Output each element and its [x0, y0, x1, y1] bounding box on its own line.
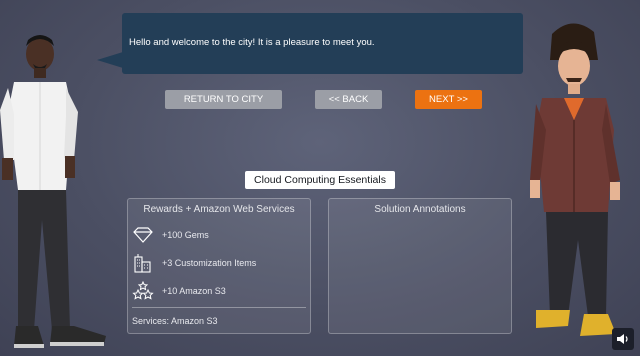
speech-bubble-tail — [97, 52, 123, 68]
solution-annotations-panel: Solution Annotations — [328, 198, 512, 334]
speaker-icon — [617, 334, 628, 344]
reward-label: +3 Customization Items — [162, 258, 257, 268]
panel-divider — [132, 307, 306, 308]
guide-character-left — [0, 35, 106, 348]
sound-toggle-button[interactable] — [612, 328, 634, 350]
next-button[interactable]: NEXT >> — [415, 90, 482, 109]
gem-icon — [132, 225, 154, 245]
rewards-panel-title: Rewards + Amazon Web Services — [143, 204, 295, 215]
reward-label: +10 Amazon S3 — [162, 286, 226, 296]
reward-item: +100 Gems — [132, 225, 209, 245]
dialog-text: Hello and welcome to the city! It is a p… — [129, 37, 375, 48]
speech-bubble: Hello and welcome to the city! It is a p… — [122, 13, 523, 74]
buildings-icon — [132, 253, 154, 273]
lesson-title: Cloud Computing Essentials — [245, 171, 395, 189]
rewards-panel: Rewards + Amazon Web Services +100 Gems … — [127, 198, 311, 334]
reward-label: +100 Gems — [162, 230, 209, 240]
stars-icon — [132, 281, 154, 301]
annotations-panel-title: Solution Annotations — [374, 204, 466, 215]
back-button[interactable]: << BACK — [315, 90, 382, 109]
services-text: Services: Amazon S3 — [132, 316, 218, 326]
guide-character-right — [530, 23, 620, 336]
reward-item: +10 Amazon S3 — [132, 281, 226, 301]
return-to-city-button[interactable]: RETURN TO CITY — [165, 90, 282, 109]
reward-item: +3 Customization Items — [132, 253, 256, 273]
